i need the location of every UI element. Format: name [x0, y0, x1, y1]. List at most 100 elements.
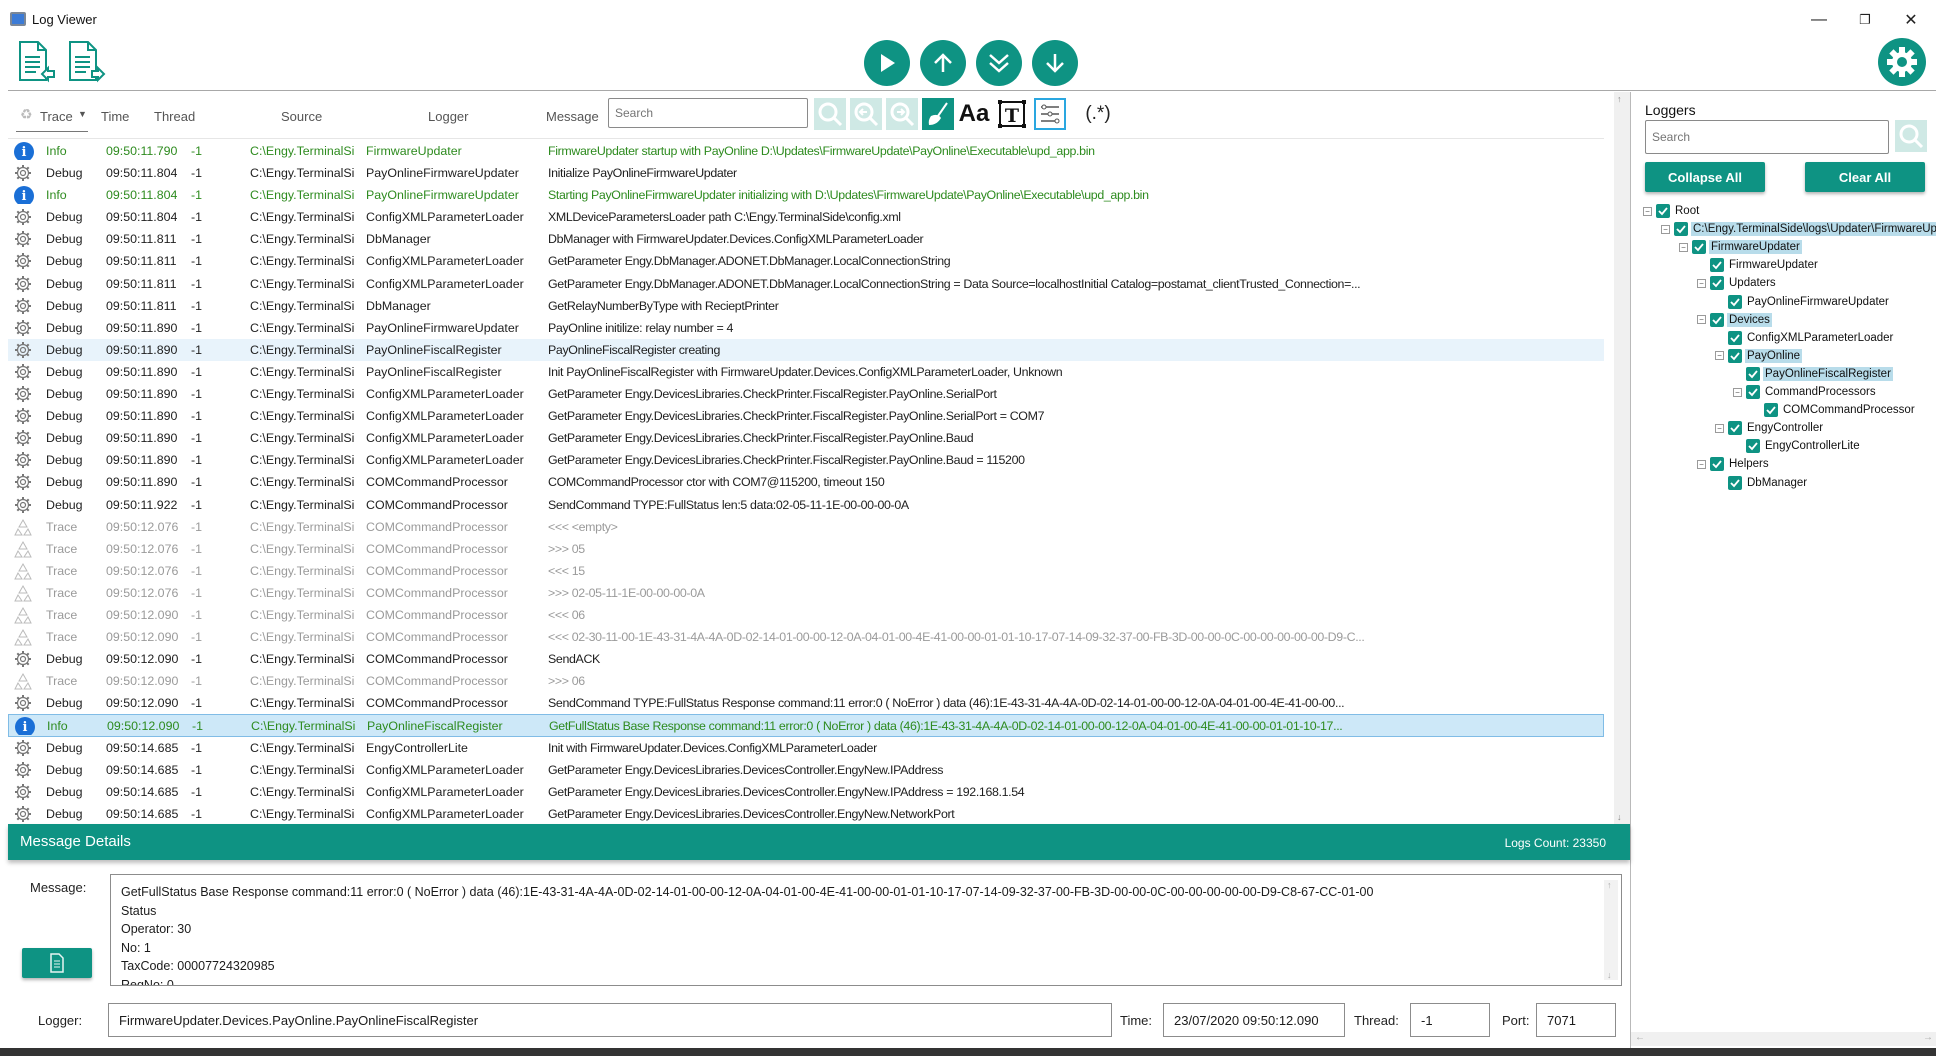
scroll-left-arrow-icon[interactable]: ← — [1635, 1032, 1645, 1043]
port-field[interactable]: 7071 — [1536, 1003, 1616, 1037]
logger-tree-node[interactable]: − Updaters — [1697, 274, 1778, 292]
node-checkbox[interactable] — [1710, 276, 1724, 291]
node-checkbox[interactable] — [1746, 439, 1760, 454]
logger-tree-node[interactable]: − EngyController — [1715, 419, 1825, 437]
scroll-up-arrow-icon[interactable]: ↑ — [1607, 880, 1612, 890]
node-checkbox[interactable] — [1746, 366, 1760, 381]
play-button[interactable] — [864, 40, 910, 86]
logger-tree-node[interactable]: − Devices — [1697, 311, 1772, 329]
logger-field[interactable]: FirmwareUpdater.Devices.PayOnline.PayOnl… — [108, 1003, 1112, 1037]
log-row[interactable]: Debug 09:50:11.890 -1 C:\Engy.TerminalSi Con… — [8, 449, 1604, 471]
log-row[interactable]: Debug 09:50:14.685 -1 C:\Engy.TerminalSi Eng… — [8, 737, 1604, 759]
close-button[interactable]: ✕ — [1888, 6, 1934, 34]
log-row[interactable]: Debug 09:50:11.811 -1 C:\Engy.TerminalSi DbM… — [8, 228, 1604, 250]
column-header-logger[interactable]: Logger — [428, 109, 468, 124]
logger-search-input[interactable] — [1645, 120, 1889, 154]
scroll-to-end-button[interactable] — [976, 40, 1022, 86]
logger-tree-node[interactable]: PayOnlineFiscalRegister — [1746, 365, 1893, 383]
node-checkbox[interactable] — [1674, 222, 1688, 237]
node-checkbox[interactable] — [1728, 475, 1742, 490]
collapse-toggle-icon[interactable]: − — [1697, 278, 1706, 288]
log-row[interactable]: i Info 09:50:12.090 -1 C:\Engy.TerminalSi Pay… — [8, 714, 1604, 737]
log-row[interactable]: Trace 09:50:12.076 -1 C:\Engy.TerminalSi COM… — [8, 582, 1604, 604]
scroll-up-button[interactable] — [920, 40, 966, 86]
log-row[interactable]: Trace 09:50:12.090 -1 C:\Engy.TerminalSi COM… — [8, 604, 1604, 626]
column-header-thread[interactable]: Thread — [154, 109, 195, 124]
open-log-file-button[interactable] — [18, 40, 58, 84]
logger-tree-node[interactable]: − FirmwareUpdater — [1679, 238, 1802, 256]
node-checkbox[interactable] — [1656, 204, 1670, 218]
logger-tree-node[interactable]: FirmwareUpdater — [1710, 256, 1820, 274]
collapse-all-button[interactable]: Collapse All — [1645, 162, 1765, 192]
node-checkbox[interactable] — [1728, 294, 1742, 309]
export-log-file-button[interactable] — [68, 40, 108, 84]
log-row[interactable]: Debug 09:50:11.804 -1 C:\Engy.TerminalSi Con… — [8, 206, 1604, 228]
search-next-button[interactable] — [886, 98, 918, 130]
logger-tree-node[interactable]: EngyControllerLite — [1746, 437, 1862, 455]
node-checkbox[interactable] — [1728, 421, 1742, 436]
log-row[interactable]: Trace 09:50:12.076 -1 C:\Engy.TerminalSi COM… — [8, 538, 1604, 560]
logger-tree-node[interactable]: ConfigXMLParameterLoader — [1728, 329, 1895, 347]
log-row[interactable]: Debug 09:50:14.685 -1 C:\Engy.TerminalSi Con… — [8, 803, 1604, 824]
scroll-down-button[interactable] — [1032, 40, 1078, 86]
collapse-toggle-icon[interactable]: − — [1643, 206, 1652, 216]
log-row[interactable]: Debug 09:50:11.890 -1 C:\Engy.TerminalSi Con… — [8, 383, 1604, 405]
whole-word-toggle[interactable]: T — [996, 98, 1028, 130]
logger-tree-node[interactable]: COMCommandProcessor — [1764, 401, 1917, 419]
logger-tree-node[interactable]: − Root — [1643, 202, 1701, 220]
log-row[interactable]: Trace 09:50:12.076 -1 C:\Engy.TerminalSi COM… — [8, 516, 1604, 538]
logger-tree-node[interactable]: − Helpers — [1697, 455, 1771, 473]
logger-tree-node[interactable]: − CommandProcessors — [1733, 383, 1878, 401]
copy-message-button[interactable] — [22, 948, 92, 978]
node-checkbox[interactable] — [1764, 403, 1778, 418]
clear-filter-button[interactable] — [922, 98, 954, 130]
log-row[interactable]: i Info 09:50:11.804 -1 C:\Engy.TerminalSi Pay… — [8, 184, 1604, 206]
log-row[interactable]: Debug 09:50:14.685 -1 C:\Engy.TerminalSi Con… — [8, 759, 1604, 781]
log-row[interactable]: Debug 09:50:11.890 -1 C:\Engy.TerminalSi Con… — [8, 427, 1604, 449]
clear-all-button[interactable]: Clear All — [1805, 162, 1925, 192]
scroll-up-arrow-icon[interactable]: ↑ — [1617, 94, 1622, 104]
column-header-time[interactable]: Time — [101, 109, 129, 124]
log-row[interactable]: Debug 09:50:11.811 -1 C:\Engy.TerminalSi Con… — [8, 273, 1604, 295]
log-row[interactable]: Trace 09:50:12.076 -1 C:\Engy.TerminalSi COM… — [8, 560, 1604, 582]
time-field[interactable]: 23/07/2020 09:50:12.090 — [1163, 1003, 1345, 1037]
collapse-toggle-icon[interactable]: − — [1661, 224, 1670, 234]
collapse-toggle-icon[interactable]: − — [1715, 423, 1724, 433]
log-row[interactable]: Debug 09:50:11.890 -1 C:\Engy.TerminalSi Pay… — [8, 338, 1604, 361]
scroll-down-arrow-icon[interactable]: ↓ — [1617, 812, 1622, 822]
scroll-right-arrow-icon[interactable]: → — [1923, 1032, 1933, 1043]
collapse-toggle-icon[interactable]: − — [1679, 242, 1688, 252]
panel-horizontal-scrollbar[interactable]: ← → — [1631, 1032, 1936, 1046]
log-row[interactable]: Debug 09:50:11.890 -1 C:\Engy.TerminalSi Con… — [8, 405, 1604, 427]
logger-tree-node[interactable]: DbManager — [1728, 474, 1809, 492]
message-search-input[interactable] — [608, 98, 808, 128]
node-checkbox[interactable] — [1710, 312, 1724, 327]
settings-button[interactable] — [1878, 38, 1926, 86]
grid-vertical-scrollbar[interactable]: ↑ ↓ — [1614, 92, 1630, 824]
search-button[interactable] — [814, 98, 846, 130]
logger-tree-node[interactable]: − C:\Engy.TerminalSide\logs\Updater\Firmw… — [1661, 220, 1936, 238]
regex-toggle[interactable]: (.*) — [1078, 98, 1118, 130]
node-checkbox[interactable] — [1692, 240, 1706, 255]
logger-tree-node[interactable]: − PayOnline — [1715, 347, 1803, 365]
log-row[interactable]: Debug 09:50:14.685 -1 C:\Engy.TerminalSi Con… — [8, 781, 1604, 803]
log-row[interactable]: Debug 09:50:11.890 -1 C:\Engy.TerminalSi Pay… — [8, 361, 1604, 383]
restore-button[interactable]: ❐ — [1842, 6, 1888, 34]
filter-settings-toggle[interactable] — [1034, 98, 1066, 130]
log-row[interactable]: Debug 09:50:11.890 -1 C:\Engy.TerminalSi COM… — [8, 471, 1604, 493]
log-row[interactable]: i Info 09:50:11.790 -1 C:\Engy.TerminalSi Fir… — [8, 140, 1604, 162]
node-checkbox[interactable] — [1710, 457, 1724, 472]
log-row[interactable]: Debug 09:50:11.811 -1 C:\Engy.TerminalSi Con… — [8, 250, 1604, 272]
match-case-toggle[interactable]: Aa — [958, 98, 990, 130]
minimize-button[interactable]: — — [1796, 6, 1842, 34]
log-row[interactable]: Debug 09:50:11.922 -1 C:\Engy.TerminalSi COM… — [8, 494, 1604, 516]
collapse-toggle-icon[interactable]: − — [1715, 351, 1724, 361]
column-header-source[interactable]: Source — [281, 109, 322, 124]
log-row[interactable]: Debug 09:50:12.090 -1 C:\Engy.TerminalSi COM… — [8, 648, 1604, 670]
message-scrollbar[interactable]: ↑ ↓ — [1604, 880, 1618, 980]
log-row[interactable]: Debug 09:50:11.811 -1 C:\Engy.TerminalSi DbM… — [8, 295, 1604, 317]
node-checkbox[interactable] — [1746, 385, 1760, 399]
collapse-toggle-icon[interactable]: − — [1697, 459, 1706, 469]
collapse-toggle-icon[interactable]: − — [1697, 315, 1706, 325]
column-header-message[interactable]: Message — [546, 109, 599, 124]
